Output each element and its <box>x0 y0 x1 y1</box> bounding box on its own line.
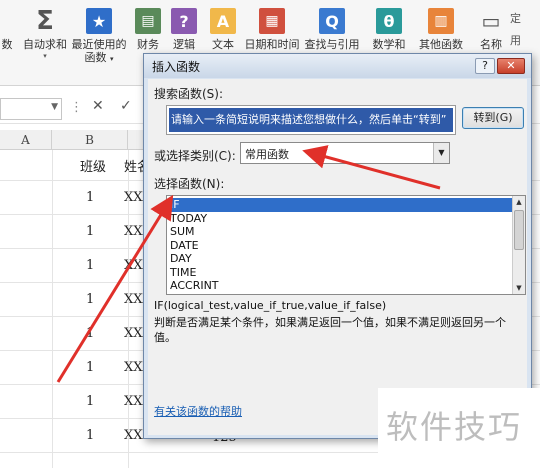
arrow-to-function-list <box>56 194 174 383</box>
annotation-arrows <box>56 145 441 383</box>
arrow-to-category <box>302 145 441 190</box>
